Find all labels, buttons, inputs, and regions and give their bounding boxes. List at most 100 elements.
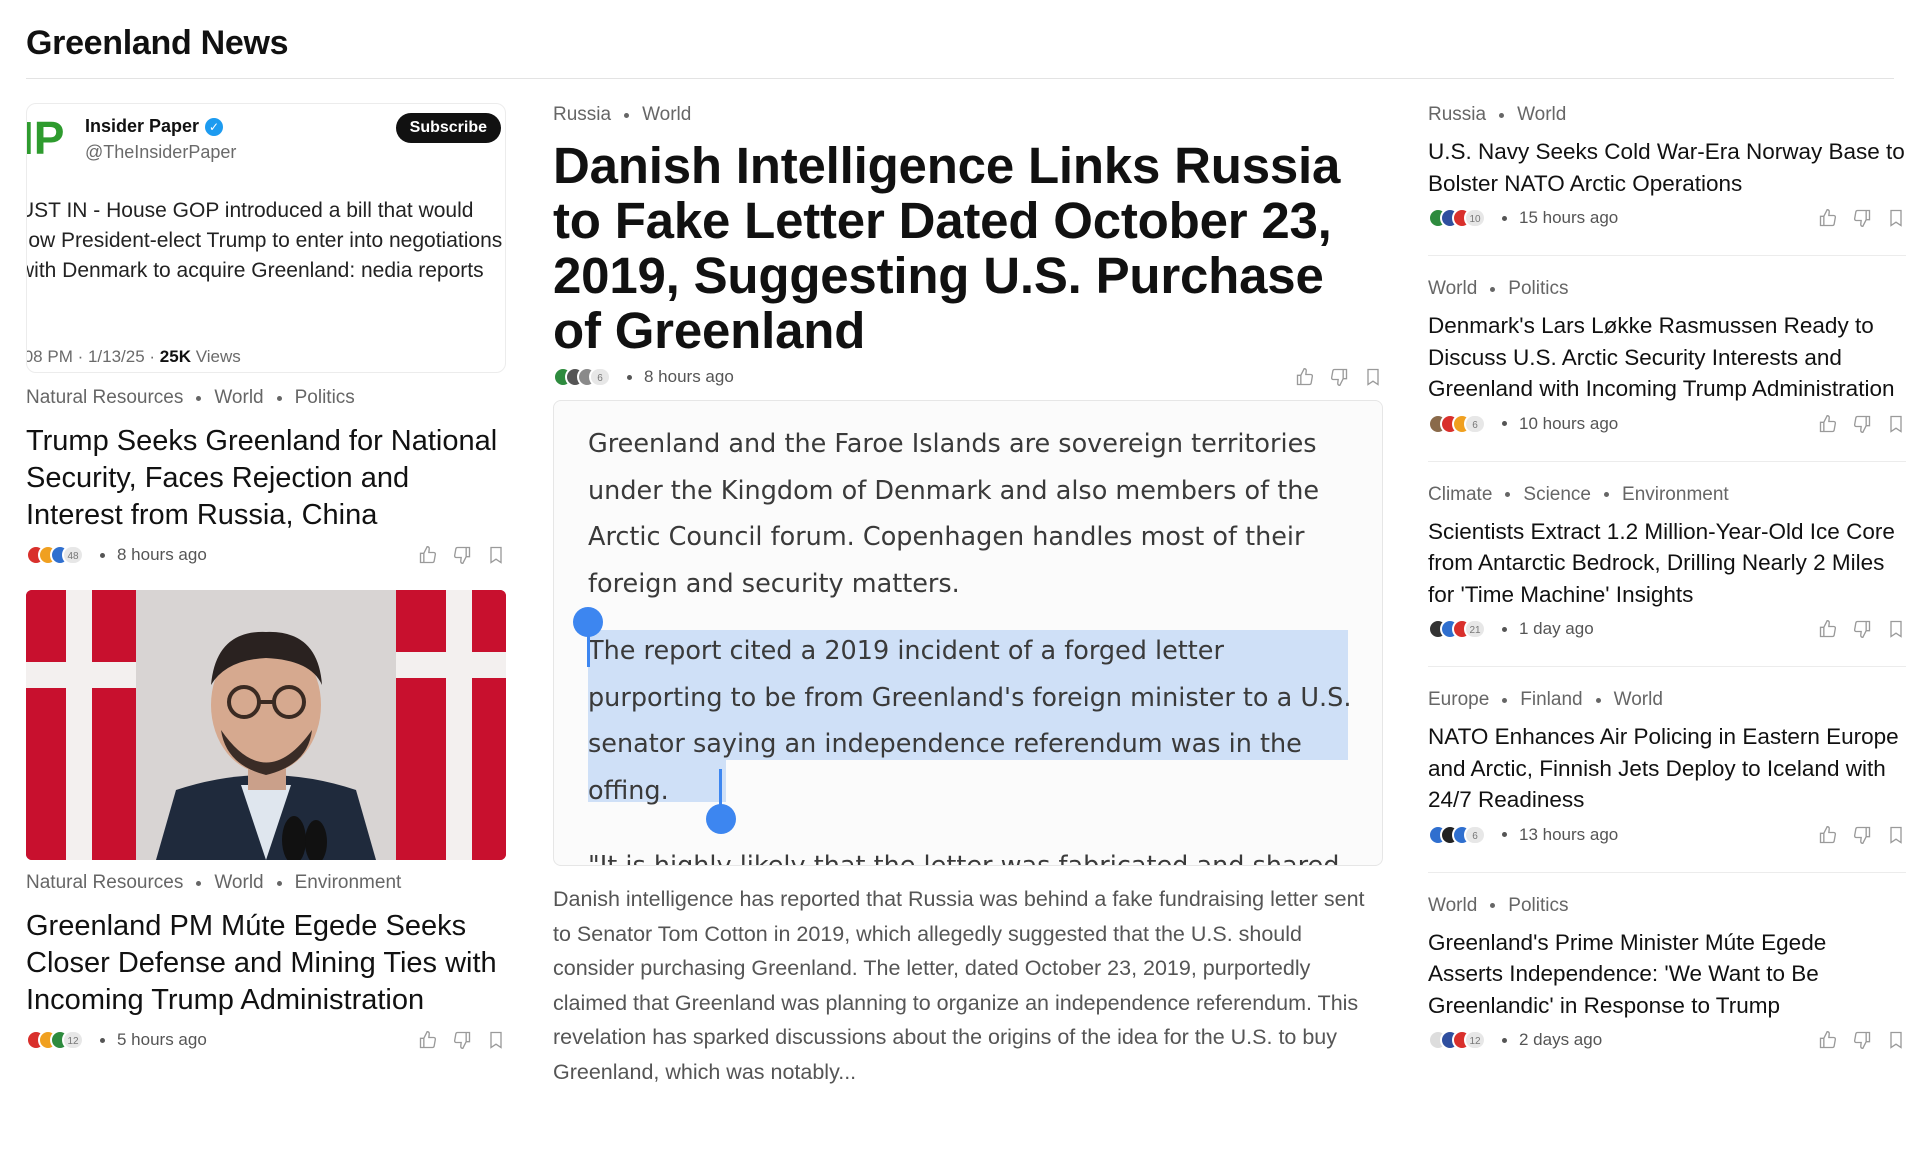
article-card[interactable]: Russia World U.S. Navy Seeks Cold War-Er… — [1428, 80, 1906, 256]
tag[interactable]: World — [1428, 895, 1477, 917]
embedded-tweet-card[interactable]: IP Insider Paper ✓ @TheInsiderPaper Subs… — [26, 103, 506, 373]
article-headline[interactable]: Greenland PM Múte Egede Seeks Closer Def… — [26, 908, 506, 1019]
source-count: 10 — [1464, 208, 1486, 228]
article-card[interactable]: World Politics Denmark's Lars Løkke Rasm… — [1428, 256, 1906, 462]
article-tags: Europe Finland World — [1428, 689, 1906, 711]
bookmark-icon[interactable] — [1363, 367, 1383, 387]
tag[interactable]: World — [214, 387, 263, 409]
source-avatars[interactable]: 6 — [553, 367, 611, 387]
article-headline[interactable]: Greenland's Prime Minister Múte Egede As… — [1428, 927, 1906, 1022]
article-meta: 12 2 days ago — [1428, 1027, 1906, 1053]
thumbs-up-icon[interactable] — [1818, 1030, 1838, 1050]
tag[interactable]: Europe — [1428, 689, 1489, 711]
bookmark-icon[interactable] — [1886, 1030, 1906, 1050]
article-tags: Natural Resources World Politics — [26, 387, 506, 409]
selection-end-handle[interactable] — [706, 804, 736, 834]
bookmark-icon[interactable] — [1886, 619, 1906, 639]
source-avatars[interactable]: 10 — [1428, 208, 1486, 228]
tag[interactable]: Climate — [1428, 484, 1492, 506]
tag[interactable]: World — [642, 104, 691, 126]
source-avatars[interactable]: 21 — [1428, 619, 1486, 639]
article-headline[interactable]: Denmark's Lars Løkke Rasmussen Ready to … — [1428, 310, 1906, 405]
source-avatars[interactable]: 12 — [26, 1030, 84, 1050]
thumbs-down-icon[interactable] — [1329, 367, 1349, 387]
tag[interactable]: Environment — [295, 872, 402, 894]
thumbs-up-icon[interactable] — [418, 1030, 438, 1050]
source-avatars[interactable]: 6 — [1428, 824, 1486, 845]
tag[interactable]: Natural Resources — [26, 872, 183, 894]
article-card[interactable]: Climate Science Environment Scientists E… — [1428, 462, 1906, 667]
source-count: 48 — [62, 545, 84, 565]
article-meta: 21 1 day ago — [1428, 616, 1906, 642]
tag[interactable]: Russia — [1428, 104, 1486, 126]
bookmark-icon[interactable] — [486, 545, 506, 565]
article-meta: 6 13 hours ago — [1428, 822, 1906, 848]
article-actions — [1818, 208, 1906, 228]
bookmark-icon[interactable] — [1886, 208, 1906, 228]
article-meta: 6 10 hours ago — [1428, 411, 1906, 437]
article-headline[interactable]: U.S. Navy Seeks Cold War-Era Norway Base… — [1428, 136, 1906, 199]
source-count: 21 — [1464, 619, 1486, 639]
thumbs-up-icon[interactable] — [1818, 414, 1838, 434]
selection-handle-bar — [719, 769, 722, 807]
bookmark-icon[interactable] — [486, 1030, 506, 1050]
article-time: 8 hours ago — [644, 367, 734, 386]
thumbs-down-icon[interactable] — [452, 1030, 472, 1050]
thumbs-up-icon[interactable] — [1818, 825, 1838, 845]
tag[interactable]: Science — [1523, 484, 1591, 506]
tweet-views-count: 25K — [159, 347, 191, 366]
article-card[interactable]: Natural Resources World Environment Gree… — [26, 872, 506, 1053]
thumbs-up-icon[interactable] — [1295, 367, 1315, 387]
thumbs-up-icon[interactable] — [1818, 619, 1838, 639]
tweet-author[interactable]: Insider Paper ✓ — [85, 116, 224, 137]
tag[interactable]: Politics — [295, 387, 355, 409]
article-headline[interactable]: Trump Seeks Greenland for National Secur… — [26, 423, 506, 534]
insider-paper-logo: IP — [27, 112, 65, 164]
tweet-meta: :08 PM · 1/13/25 · 25K Views — [27, 347, 241, 367]
tag[interactable]: World — [1614, 689, 1663, 711]
article-actions — [418, 1030, 506, 1050]
tag[interactable]: World — [214, 872, 263, 894]
article-actions — [1818, 825, 1906, 845]
article-screenshot[interactable]: Greenland and the Faroe Islands are sove… — [553, 400, 1383, 866]
tag[interactable]: Politics — [1508, 278, 1568, 300]
source-count: 6 — [1464, 413, 1486, 434]
thumbs-up-icon[interactable] — [1818, 208, 1838, 228]
thumbs-down-icon[interactable] — [452, 545, 472, 565]
article-photo[interactable] — [26, 590, 506, 860]
tag[interactable]: World — [1428, 278, 1477, 300]
bookmark-icon[interactable] — [1886, 825, 1906, 845]
thumbs-up-icon[interactable] — [418, 545, 438, 565]
source-avatars[interactable]: 12 — [1428, 1030, 1486, 1050]
article-meta: 10 15 hours ago — [1428, 205, 1906, 231]
screenshot-paragraph: "It is highly likely that the letter was… — [588, 851, 1340, 866]
article-headline[interactable]: Scientists Extract 1.2 Million-Year-Old … — [1428, 516, 1906, 611]
article-actions — [1818, 1030, 1906, 1050]
thumbs-down-icon[interactable] — [1852, 619, 1872, 639]
thumbs-down-icon[interactable] — [1852, 208, 1872, 228]
bookmark-icon[interactable] — [1886, 414, 1906, 434]
screenshot-selected-paragraph: The report cited a 2019 incident of a fo… — [588, 636, 1352, 806]
article-meta: 6 8 hours ago — [553, 364, 1383, 390]
thumbs-down-icon[interactable] — [1852, 825, 1872, 845]
subscribe-button[interactable]: Subscribe — [395, 113, 501, 143]
selection-start-handle[interactable] — [573, 607, 603, 637]
article-card[interactable]: World Politics Greenland's Prime Ministe… — [1428, 873, 1906, 1064]
main-headline[interactable]: Danish Intelligence Links Russia to Fake… — [553, 138, 1383, 358]
source-avatars[interactable]: 6 — [1428, 413, 1486, 434]
tag[interactable]: Finland — [1520, 689, 1582, 711]
article-card[interactable]: Europe Finland World NATO Enhances Air P… — [1428, 667, 1906, 873]
thumbs-down-icon[interactable] — [1852, 414, 1872, 434]
thumbs-down-icon[interactable] — [1852, 1030, 1872, 1050]
tag[interactable]: Politics — [1508, 895, 1568, 917]
source-avatars[interactable]: 48 — [26, 545, 84, 565]
tag[interactable]: Environment — [1622, 484, 1729, 506]
article-tags: Natural Resources World Environment — [26, 872, 506, 894]
article-headline[interactable]: NATO Enhances Air Policing in Eastern Eu… — [1428, 721, 1906, 816]
tag[interactable]: Natural Resources — [26, 387, 183, 409]
tag[interactable]: Russia — [553, 104, 611, 126]
verified-badge-icon: ✓ — [205, 117, 224, 136]
article-card[interactable]: Natural Resources World Politics Trump S… — [26, 387, 506, 568]
tag[interactable]: World — [1517, 104, 1566, 126]
source-count: 6 — [589, 367, 611, 387]
